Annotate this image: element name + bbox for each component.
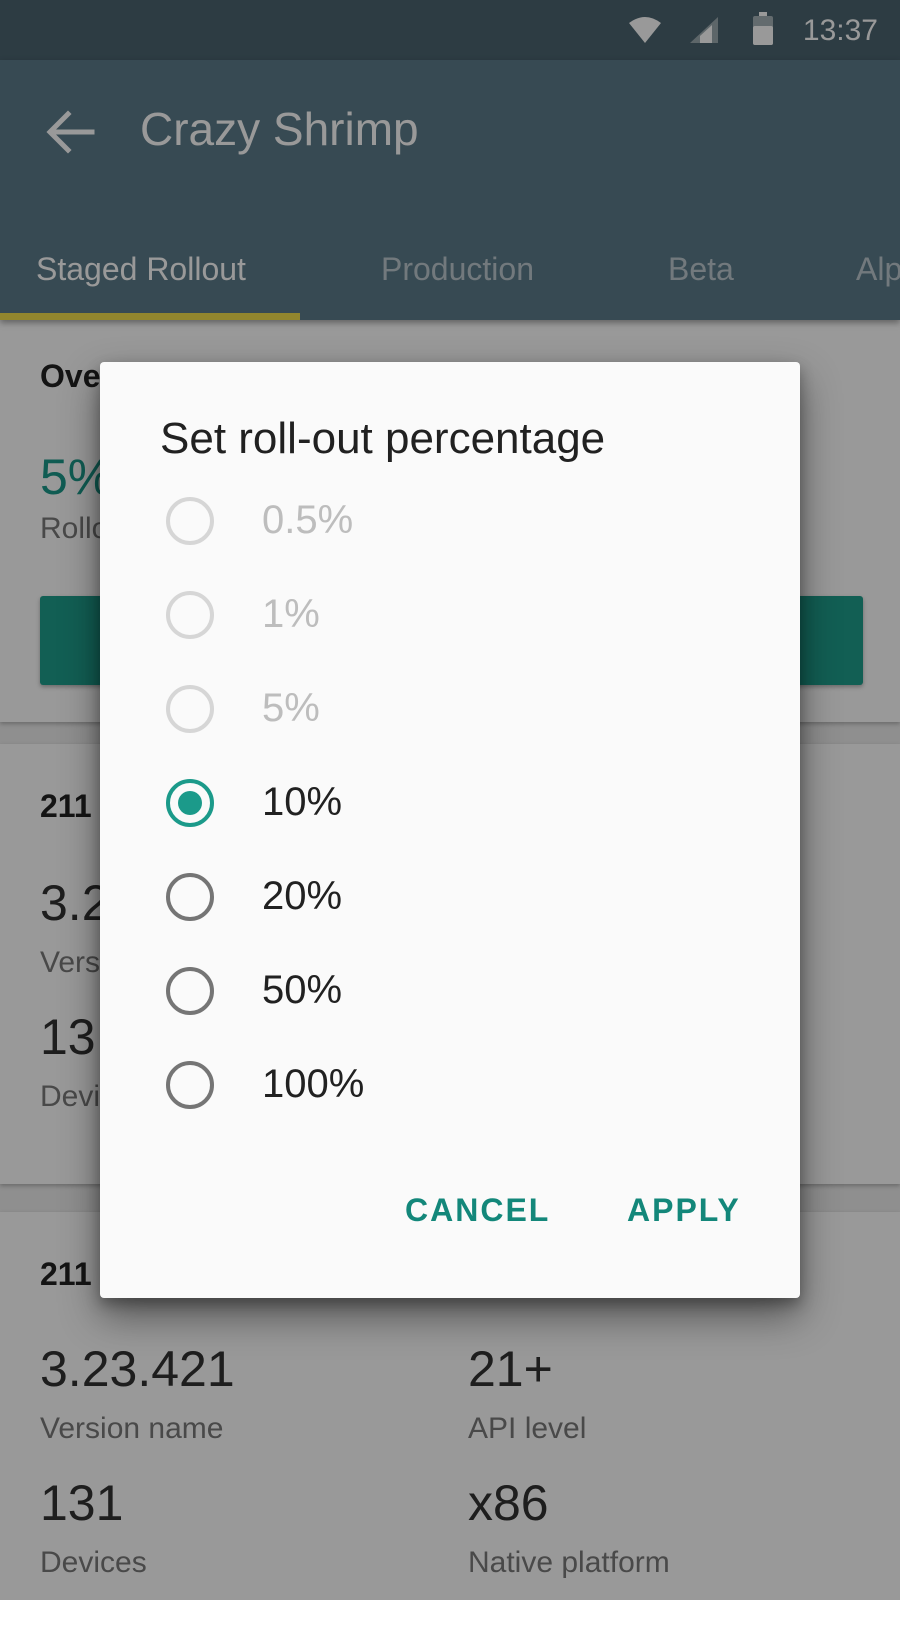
option-label[interactable]: 20% bbox=[262, 874, 342, 919]
radio-button[interactable] bbox=[166, 967, 214, 1015]
option-20-percent[interactable]: 20% bbox=[100, 850, 800, 944]
radio-button bbox=[166, 497, 214, 545]
radio-selected-dot bbox=[178, 791, 202, 815]
option-50-percent[interactable]: 50% bbox=[100, 944, 800, 1038]
rollout-percentage-dialog: Set roll-out percentage 0.5% 1% 5% 10% 2… bbox=[100, 362, 800, 1298]
dialog-title: Set roll-out percentage bbox=[160, 414, 606, 463]
cancel-button[interactable]: CANCEL bbox=[405, 1192, 550, 1229]
radio-button bbox=[166, 685, 214, 733]
option-label: 1% bbox=[262, 592, 320, 636]
option-1-percent: 1% bbox=[100, 568, 800, 662]
option-label[interactable]: 10% bbox=[262, 780, 342, 825]
apply-button[interactable]: APPLY bbox=[627, 1192, 741, 1229]
option-5-percent: 5% bbox=[100, 662, 800, 756]
option-label: 5% bbox=[262, 686, 320, 730]
radio-button bbox=[166, 591, 214, 639]
option-label: 0.5% bbox=[262, 498, 354, 542]
option-10-percent[interactable]: 10% bbox=[100, 756, 800, 850]
radio-button-selected[interactable] bbox=[166, 779, 214, 827]
radio-button[interactable] bbox=[166, 1061, 214, 1109]
option-0.5-percent: 0.5% bbox=[100, 474, 800, 568]
option-label[interactable]: 100% bbox=[262, 1062, 364, 1107]
option-label[interactable]: 50% bbox=[262, 968, 342, 1013]
option-100-percent[interactable]: 100% bbox=[100, 1038, 800, 1132]
radio-button[interactable] bbox=[166, 873, 214, 921]
